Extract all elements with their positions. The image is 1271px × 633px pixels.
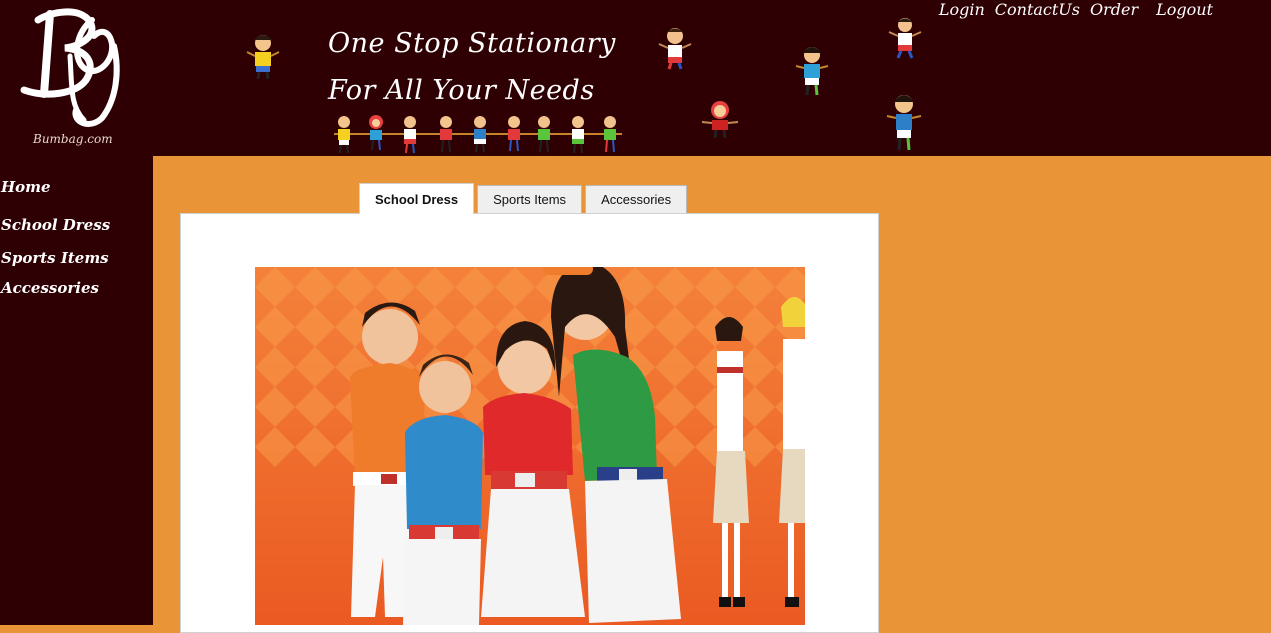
- tab-school-dress[interactable]: School Dress: [359, 183, 475, 214]
- cartoon-kid-icon: [658, 28, 692, 70]
- site-header: Bumbag.com One Stop Stationary For All Y…: [0, 0, 1271, 156]
- logo-monogram-icon: [20, 8, 120, 127]
- cartoon-kid-icon: [701, 101, 739, 139]
- login-link[interactable]: Login: [939, 0, 985, 19]
- cartoon-kid-icon: [795, 47, 829, 96]
- cartoon-kid-icon: [888, 18, 922, 59]
- cartoon-kid-icon: [886, 95, 922, 151]
- contact-us-link[interactable]: ContactUs: [995, 0, 1080, 19]
- order-link[interactable]: Order: [1090, 0, 1138, 19]
- tab-sports-items[interactable]: Sports Items: [477, 185, 583, 213]
- logo-caption: Bumbag.com: [33, 132, 113, 146]
- logout-link[interactable]: Logout: [1156, 0, 1213, 19]
- site-logo[interactable]: [10, 2, 140, 152]
- tab-accessories[interactable]: Accessories: [585, 185, 688, 213]
- school-uniform-kids-image: [255, 267, 805, 625]
- tagline-line-1: One Stop Stationary: [328, 28, 616, 59]
- sidebar-item-home[interactable]: Home: [1, 178, 51, 196]
- cartoon-kid-icon: [246, 35, 280, 80]
- sidebar: Home School Dress Sports Items Accessori…: [0, 156, 153, 625]
- kids-row-icon: [334, 115, 622, 154]
- top-navigation: Login ContactUs Order Logout: [939, 0, 1213, 19]
- sidebar-item-sports-items[interactable]: Sports Items: [1, 249, 109, 267]
- sidebar-item-accessories[interactable]: Accessories: [1, 279, 99, 297]
- sidebar-item-school-dress[interactable]: School Dress: [1, 216, 110, 234]
- product-tabs: School Dress Sports Items Accessories: [359, 183, 688, 214]
- tagline-line-2: For All Your Needs: [328, 75, 595, 106]
